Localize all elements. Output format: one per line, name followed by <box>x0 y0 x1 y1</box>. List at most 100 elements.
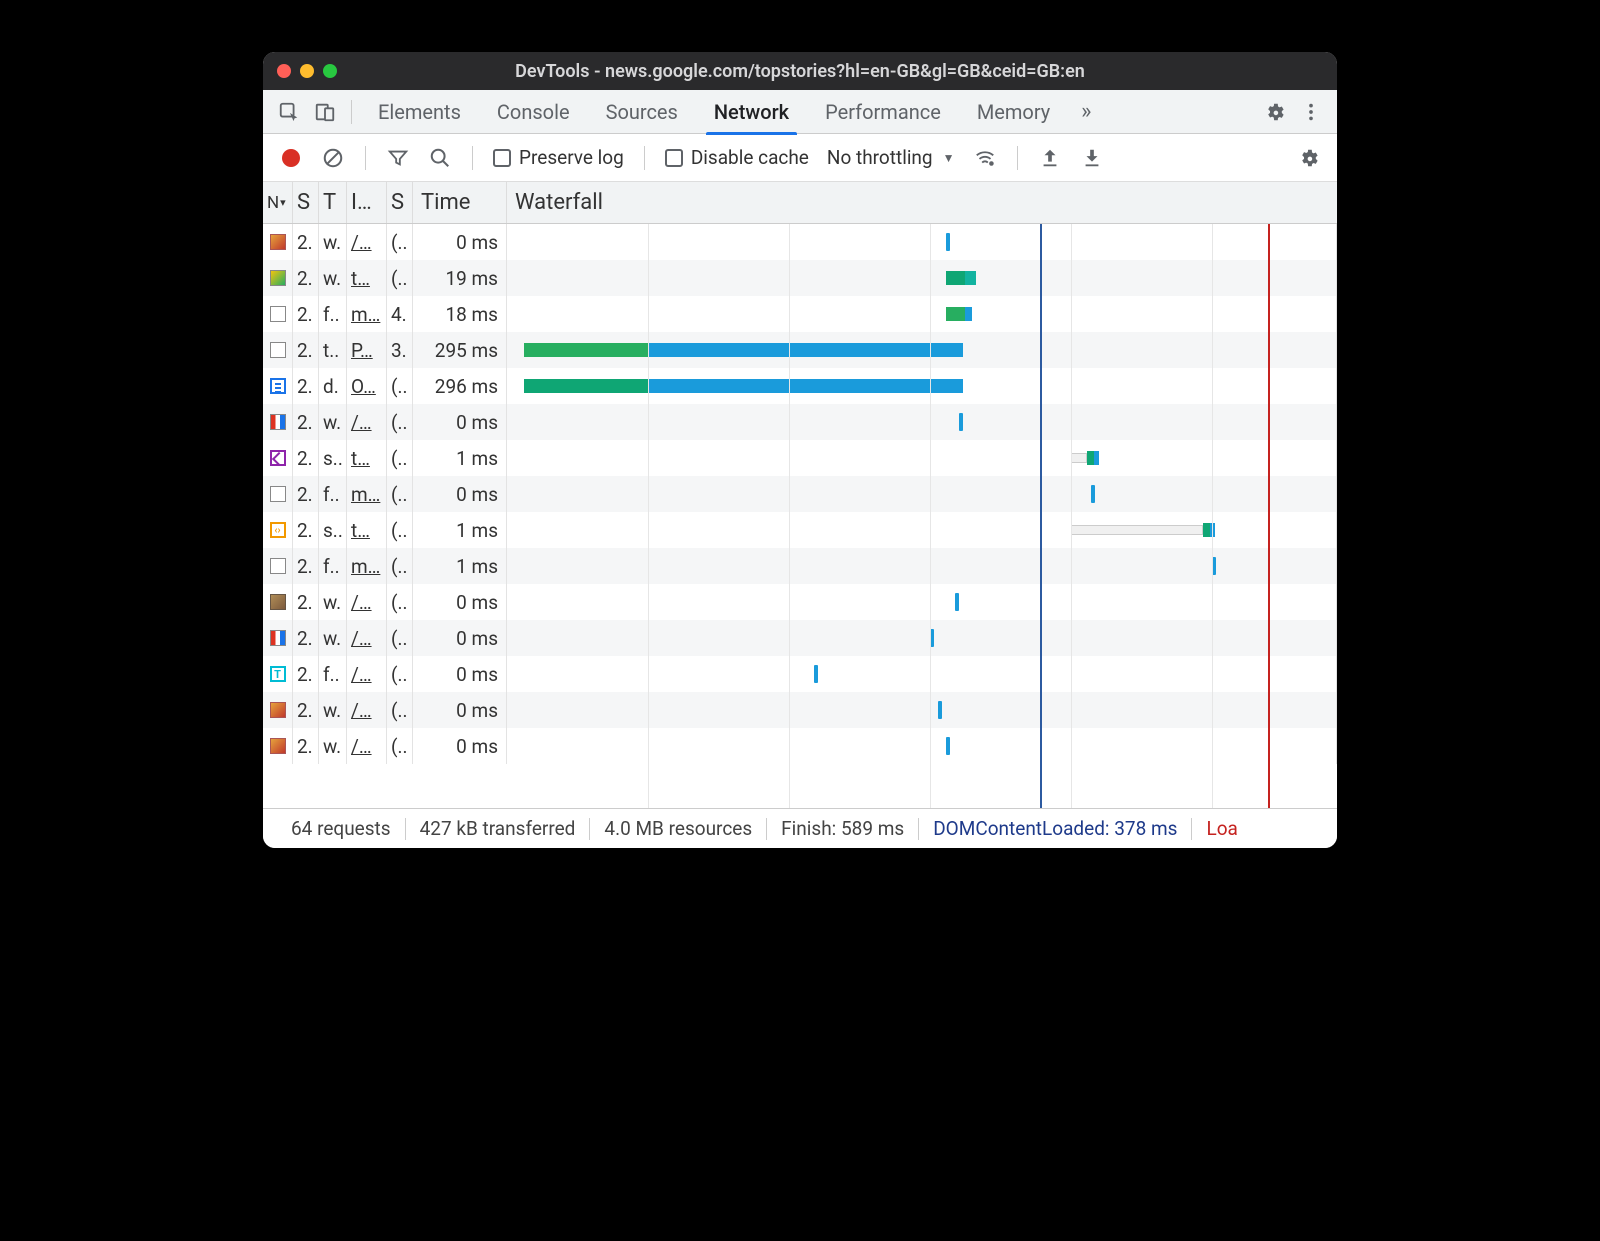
cell-initiator[interactable]: /… <box>347 404 387 440</box>
resource-icon <box>263 476 293 512</box>
kebab-menu-icon[interactable] <box>1293 94 1329 130</box>
request-row[interactable]: 2. s.. t… (.. 1 ms <box>263 512 1337 548</box>
cell-initiator[interactable]: t… <box>347 440 387 476</box>
resource-icon <box>263 620 293 656</box>
col-name[interactable]: N <box>263 182 293 223</box>
resource-icon <box>263 440 293 476</box>
col-status[interactable]: S <box>293 182 319 223</box>
chevron-down-icon: ▼ <box>943 151 955 165</box>
cell-waterfall <box>507 404 1337 440</box>
device-toggle-icon[interactable] <box>307 94 343 130</box>
settings-icon[interactable] <box>1257 94 1293 130</box>
separator <box>351 100 352 124</box>
panel-tabs: Elements Console Sources Network Perform… <box>263 90 1337 134</box>
throttling-select[interactable]: No throttling ▼ <box>821 146 961 169</box>
cell-time: 18 ms <box>413 296 507 332</box>
cell-status: 2. <box>293 584 319 620</box>
request-row[interactable]: 2. f.. m… (.. 1 ms <box>263 548 1337 584</box>
resource-icon <box>263 368 293 404</box>
cell-initiator[interactable]: /… <box>347 620 387 656</box>
cell-status: 2. <box>293 476 319 512</box>
cell-size: (.. <box>387 476 413 512</box>
request-table: 2. w. /… (.. 0 ms 2. w. t… (.. 19 ms 2. … <box>263 224 1337 808</box>
cell-initiator[interactable]: /… <box>347 692 387 728</box>
cell-status: 2. <box>293 260 319 296</box>
cell-initiator[interactable]: /… <box>347 656 387 692</box>
upload-har-icon[interactable] <box>1032 140 1068 176</box>
window-controls <box>277 64 337 78</box>
col-size[interactable]: S <box>387 182 413 223</box>
clear-icon[interactable] <box>315 140 351 176</box>
cell-status: 2. <box>293 620 319 656</box>
tab-network[interactable]: Network <box>696 90 807 134</box>
request-row[interactable]: 2. w. /… (.. 0 ms <box>263 584 1337 620</box>
resource-icon <box>263 584 293 620</box>
request-row[interactable]: 2. d. O… (.. 296 ms <box>263 368 1337 404</box>
devtools-window: DevTools - news.google.com/topstories?hl… <box>263 52 1337 848</box>
cell-initiator[interactable]: /… <box>347 728 387 764</box>
request-row[interactable]: 2. f.. /… (.. 0 ms <box>263 656 1337 692</box>
cell-waterfall <box>507 728 1337 764</box>
close-button[interactable] <box>277 64 291 78</box>
separator <box>644 146 645 170</box>
cell-type: f.. <box>319 548 347 584</box>
request-row[interactable]: 2. w. /… (.. 0 ms <box>263 404 1337 440</box>
col-time[interactable]: Time <box>413 182 507 223</box>
cell-initiator[interactable]: /… <box>347 224 387 260</box>
cell-time: 296 ms <box>413 368 507 404</box>
request-row[interactable]: 2. w. /… (.. 0 ms <box>263 620 1337 656</box>
preserve-log-checkbox[interactable]: Preserve log <box>487 146 630 169</box>
cell-status: 2. <box>293 224 319 260</box>
download-har-icon[interactable] <box>1074 140 1110 176</box>
request-row[interactable]: 2. t.. P… 3. 295 ms <box>263 332 1337 368</box>
cell-initiator[interactable]: t… <box>347 512 387 548</box>
cell-type: s.. <box>319 512 347 548</box>
request-row[interactable]: 2. w. /… (.. 0 ms <box>263 692 1337 728</box>
tab-sources[interactable]: Sources <box>588 90 696 134</box>
filter-icon[interactable] <box>380 140 416 176</box>
disable-cache-checkbox[interactable]: Disable cache <box>659 146 815 169</box>
search-icon[interactable] <box>422 140 458 176</box>
more-tabs-icon[interactable]: » <box>1068 94 1104 130</box>
tab-memory[interactable]: Memory <box>959 90 1068 134</box>
cell-initiator[interactable]: t… <box>347 260 387 296</box>
tab-performance[interactable]: Performance <box>807 90 959 134</box>
inspect-element-icon[interactable] <box>271 94 307 130</box>
cell-waterfall <box>507 620 1337 656</box>
cell-status: 2. <box>293 440 319 476</box>
request-row[interactable]: 2. w. /… (.. 0 ms <box>263 224 1337 260</box>
resource-icon <box>263 548 293 584</box>
cell-initiator[interactable]: m… <box>347 548 387 584</box>
minimize-button[interactable] <box>300 64 314 78</box>
col-type[interactable]: T <box>319 182 347 223</box>
cell-initiator[interactable]: m… <box>347 296 387 332</box>
cell-initiator[interactable]: O… <box>347 368 387 404</box>
cell-waterfall <box>507 692 1337 728</box>
record-button[interactable] <box>273 140 309 176</box>
tab-elements[interactable]: Elements <box>360 90 479 134</box>
cell-type: w. <box>319 584 347 620</box>
network-settings-icon[interactable] <box>1291 140 1327 176</box>
col-initiator[interactable]: I… <box>347 182 387 223</box>
request-row[interactable]: 2. s.. t… (.. 1 ms <box>263 440 1337 476</box>
cell-waterfall <box>507 512 1337 548</box>
cell-initiator[interactable]: /… <box>347 584 387 620</box>
maximize-button[interactable] <box>323 64 337 78</box>
cell-time: 0 ms <box>413 692 507 728</box>
request-row[interactable]: 2. f.. m… (.. 0 ms <box>263 476 1337 512</box>
cell-initiator[interactable]: P… <box>347 332 387 368</box>
request-row[interactable]: 2. w. /… (.. 0 ms <box>263 728 1337 764</box>
col-waterfall[interactable]: Waterfall <box>507 182 1337 223</box>
cell-status: 2. <box>293 656 319 692</box>
network-conditions-icon[interactable] <box>967 140 1003 176</box>
cell-initiator[interactable]: m… <box>347 476 387 512</box>
tab-console[interactable]: Console <box>479 90 588 134</box>
request-row[interactable]: 2. w. t… (.. 19 ms <box>263 260 1337 296</box>
status-resources: 4.0 MB resources <box>590 817 766 840</box>
cell-type: w. <box>319 728 347 764</box>
cell-size: (.. <box>387 656 413 692</box>
request-row[interactable]: 2. f.. m… 4. 18 ms <box>263 296 1337 332</box>
cell-size: (.. <box>387 260 413 296</box>
separator <box>365 146 366 170</box>
cell-waterfall <box>507 368 1337 404</box>
